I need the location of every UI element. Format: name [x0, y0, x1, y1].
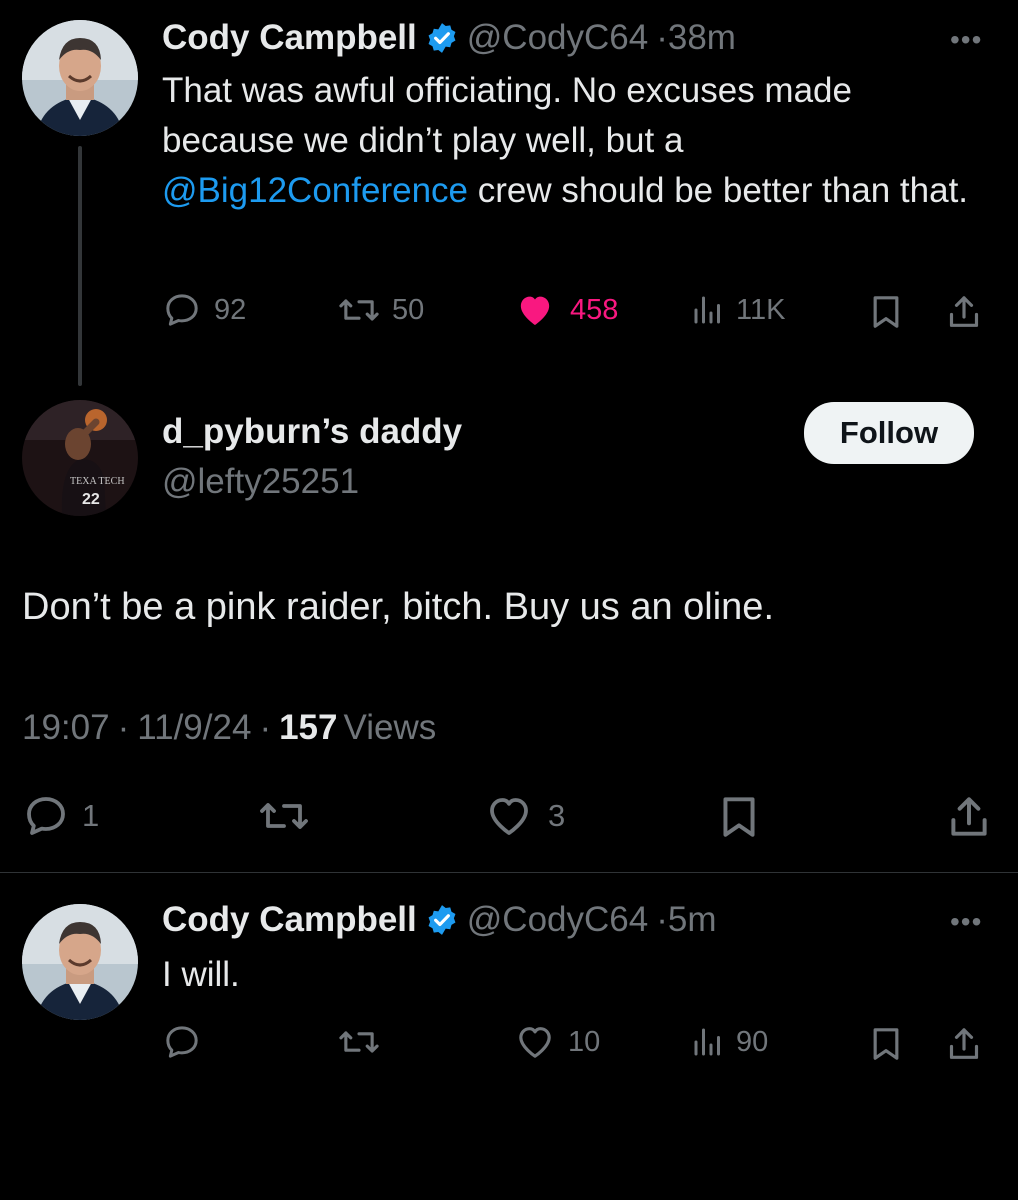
verified-badge-icon — [425, 903, 459, 937]
avatar-jersey-text: TEXA TECH — [70, 476, 125, 487]
tweet-header: Cody Campbell @CodyC64 · 5m — [162, 900, 717, 940]
views-icon — [690, 290, 726, 330]
views-icon — [690, 1022, 726, 1062]
reply-count: 92 — [214, 293, 247, 326]
avatar-jersey-number: 22 — [82, 491, 100, 508]
tweet-meta: 19:07 · 11/9/24 · 157 Views — [22, 708, 436, 748]
retweet-icon[interactable] — [256, 792, 312, 840]
avatar[interactable] — [22, 20, 138, 136]
author-name[interactable]: d_pyburn’s daddy — [162, 412, 462, 452]
like-button[interactable]: 458 — [514, 290, 618, 330]
author-name[interactable]: Cody Campbell — [162, 900, 417, 940]
author-handle[interactable]: @CodyC64 — [467, 900, 648, 940]
like-button[interactable]: 10 — [514, 1022, 600, 1062]
bookmark-icon[interactable] — [714, 792, 764, 842]
like-count: 458 — [570, 293, 619, 326]
reply-button[interactable]: 1 — [22, 792, 99, 840]
tweet-text: That was awful officiating. No excuses m… — [162, 66, 982, 216]
retweet-button[interactable]: 50 — [336, 290, 424, 330]
views-count: 157 — [279, 708, 338, 747]
divider — [0, 872, 1018, 873]
like-count: 3 — [548, 798, 566, 833]
reply-count: 1 — [82, 798, 100, 833]
bookmark-icon[interactable] — [866, 292, 906, 332]
tweet-header: Cody Campbell @CodyC64 · 38m — [162, 18, 736, 58]
separator: · — [656, 18, 668, 57]
heart-icon — [514, 1022, 556, 1062]
author-handle[interactable]: @lefty25251 — [162, 462, 359, 502]
main-tweet-text: Don’t be a pink raider, bitch. Buy us an… — [22, 586, 775, 628]
avatar[interactable] — [22, 904, 138, 1020]
author-handle[interactable]: @CodyC64 — [467, 18, 648, 58]
share-icon[interactable] — [944, 792, 994, 842]
like-button[interactable]: 3 — [484, 792, 565, 840]
verified-badge-icon — [425, 21, 459, 55]
more-options-icon[interactable]: ••• — [950, 906, 982, 938]
like-count: 10 — [568, 1025, 601, 1058]
tweet-text: I will. — [162, 955, 240, 994]
timestamp[interactable]: 38m — [668, 18, 736, 58]
author-name[interactable]: Cody Campbell — [162, 18, 417, 58]
timestamp[interactable]: 5m — [668, 900, 717, 940]
reply-button[interactable]: 92 — [162, 290, 246, 330]
follow-button[interactable]: Follow — [804, 402, 974, 464]
separator: · — [259, 708, 272, 747]
reply-icon[interactable] — [162, 1022, 202, 1062]
reply-icon — [162, 290, 202, 330]
retweet-count: 50 — [392, 293, 425, 326]
share-icon[interactable] — [944, 292, 984, 332]
mention-link[interactable]: @Big12Conference — [162, 171, 468, 210]
heart-icon — [484, 792, 534, 840]
heart-filled-icon — [514, 290, 556, 330]
views-count: 90 — [736, 1025, 769, 1058]
views-label: Views — [343, 708, 437, 747]
share-icon[interactable] — [944, 1024, 984, 1064]
bookmark-icon[interactable] — [866, 1024, 906, 1064]
views-count: 11K — [736, 293, 786, 326]
reply-icon — [22, 792, 70, 840]
retweet-icon — [336, 290, 382, 330]
retweet-icon[interactable] — [336, 1022, 382, 1062]
tweet-text-part: crew should be better than that. — [468, 171, 969, 210]
tweet-text-part: That was awful officiating. No excuses m… — [162, 71, 852, 160]
tweet-time[interactable]: 19:07 — [22, 708, 110, 748]
avatar[interactable]: TEXA TECH 22 — [22, 400, 138, 516]
views-button[interactable]: 90 — [690, 1022, 768, 1062]
views-button[interactable]: 11K — [690, 290, 785, 330]
more-options-icon[interactable]: ••• — [950, 24, 982, 56]
separator: · — [656, 900, 668, 939]
tweet-date[interactable]: 11/9/24 — [137, 708, 251, 748]
separator: · — [117, 708, 130, 747]
thread-line — [78, 146, 82, 386]
